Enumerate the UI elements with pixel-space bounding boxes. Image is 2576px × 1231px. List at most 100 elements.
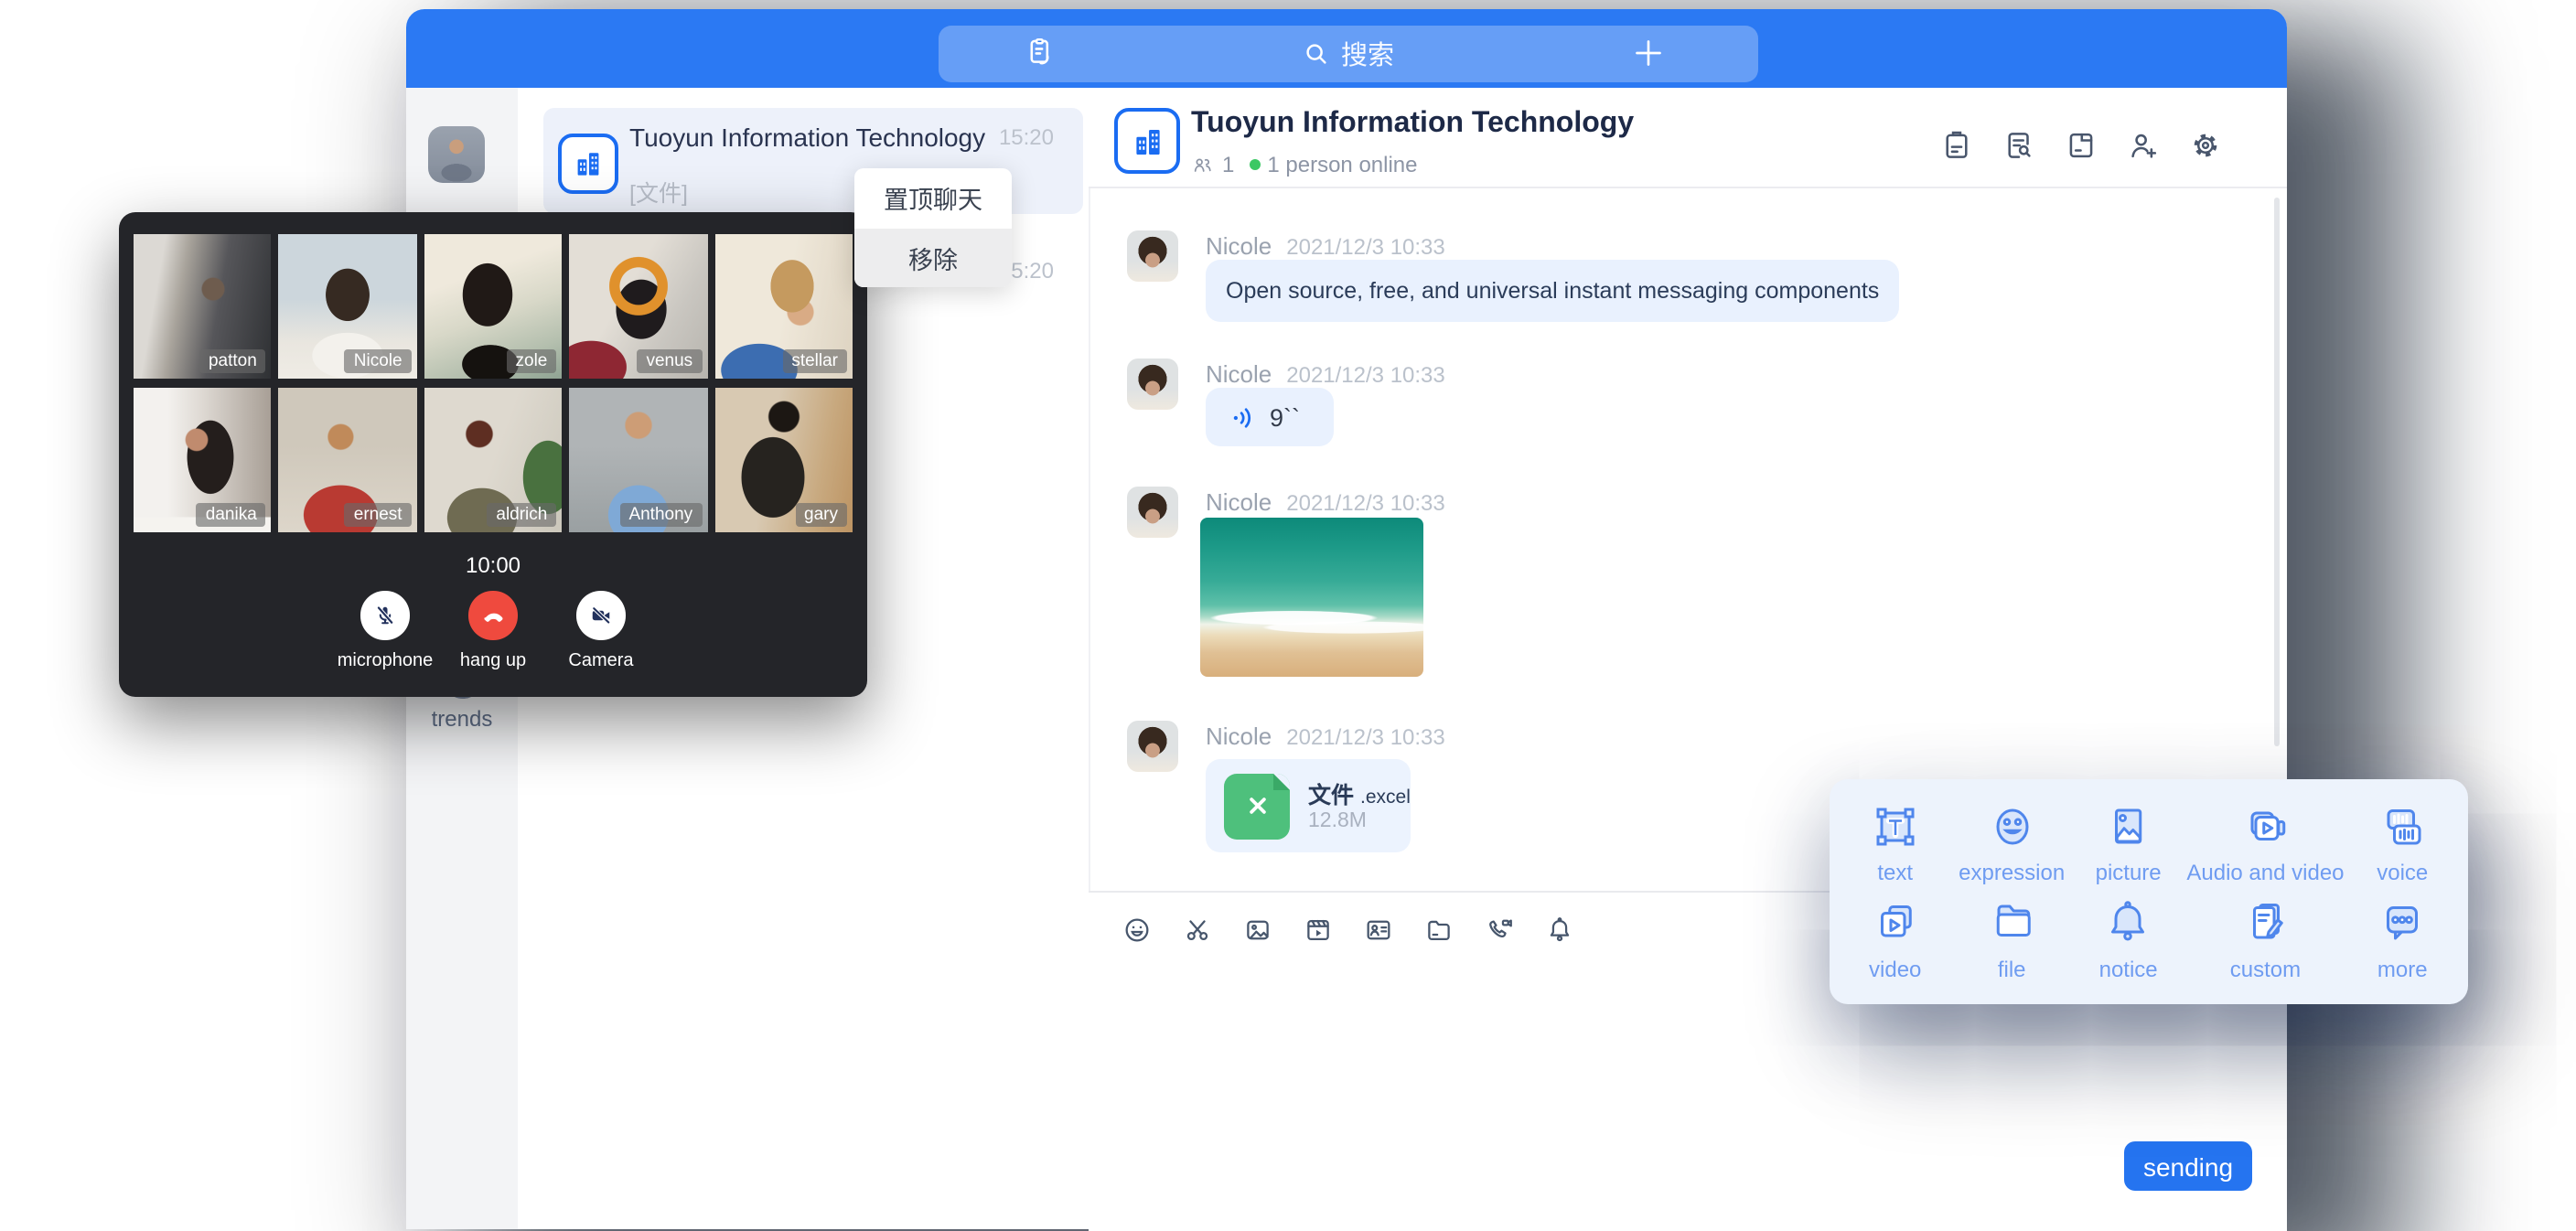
participant-tile: Anthony — [569, 387, 707, 531]
panel-label: expression — [1959, 860, 2065, 885]
participant-tile: gary — [714, 387, 853, 531]
voice-message-bubble[interactable]: 9`` — [1206, 388, 1334, 446]
members-icon — [1191, 153, 1215, 177]
panel-item-file[interactable]: file — [1953, 894, 2069, 990]
panel-item-custom[interactable]: custom — [2186, 894, 2344, 990]
call-timer: 10:00 — [119, 552, 867, 578]
menu-item-remove[interactable]: 移除 — [854, 228, 1012, 287]
voice-duration: 9`` — [1270, 403, 1300, 431]
panel-item-expression[interactable]: expression — [1953, 797, 2069, 894]
message-type-panel: text expression picture — [1830, 779, 2468, 1004]
panel-label: video — [1869, 956, 1921, 981]
avatar[interactable] — [1127, 721, 1178, 772]
file-name: 文件 — [1308, 783, 1354, 808]
image-icon[interactable] — [1242, 915, 1273, 946]
chat-title: Tuoyun Information Technology — [1191, 108, 1634, 141]
chat-group-avatar — [1114, 108, 1180, 174]
participant-name: Nicole — [345, 349, 412, 373]
participant-grid: patton Nicole zole venus stellar danika … — [134, 234, 853, 531]
camera-muted-button[interactable] — [577, 591, 626, 639]
contact-card-icon[interactable] — [1363, 915, 1394, 946]
panel-item-more[interactable]: more — [2345, 894, 2461, 990]
add-icon[interactable] — [1630, 35, 1667, 80]
panel-label: custom — [2230, 956, 2301, 981]
message-text: Open source, free, and universal instant… — [1226, 278, 1879, 304]
hangup-control: hang up — [441, 591, 545, 670]
board-icon[interactable] — [1939, 128, 1974, 163]
excel-file-icon — [1224, 773, 1290, 839]
panel-label: Audio and video — [2186, 860, 2344, 885]
panel-item-picture[interactable]: picture — [2070, 797, 2186, 894]
panel-item-text[interactable]: text — [1837, 797, 1953, 894]
add-member-icon[interactable] — [2126, 128, 2161, 163]
message-header: Nicole2021/12/3 10:33 — [1206, 487, 1445, 519]
avatar[interactable] — [1127, 487, 1178, 538]
participant-name: Anthony — [619, 502, 702, 526]
avatar[interactable] — [1127, 359, 1178, 410]
file-page-icon[interactable] — [2064, 128, 2098, 163]
panel-label: picture — [2096, 860, 2162, 885]
emoji-icon[interactable] — [1122, 915, 1153, 946]
call-icon[interactable] — [1484, 915, 1515, 946]
scrollbar[interactable] — [2274, 198, 2280, 746]
search-history-icon[interactable] — [2002, 128, 2036, 163]
microphone-control: microphone — [333, 591, 437, 670]
participant-name: danika — [197, 502, 266, 526]
menu-item-pin-chat[interactable]: 置顶聊天 — [854, 168, 1012, 228]
message-time: 2021/12/3 10:33 — [1286, 362, 1445, 388]
screen: 搜索 trends Tuoyun Information Tech — [0, 0, 2576, 1229]
hang-up-button[interactable] — [469, 591, 518, 639]
conversation-last-message: [文件] — [629, 174, 688, 209]
file-message-bubble[interactable]: 文件 .excel 12.8M — [1206, 759, 1411, 852]
file-size: 12.8M — [1308, 810, 1367, 832]
folder-icon[interactable] — [1423, 915, 1454, 946]
participant-tile: ernest — [279, 387, 417, 531]
settings-icon[interactable] — [2188, 128, 2223, 163]
video-clip-icon[interactable] — [1303, 915, 1334, 946]
conversation-time: 15:20 — [988, 124, 1054, 150]
user-avatar[interactable] — [428, 126, 485, 183]
participant-tile: stellar — [714, 234, 853, 379]
file-folder-icon — [1983, 894, 2040, 950]
group-avatar-icon — [558, 134, 618, 194]
call-controls: microphone hang up — [119, 591, 867, 670]
notification-icon[interactable] — [1544, 915, 1575, 946]
hang-up-icon — [478, 601, 508, 630]
sender-name: Nicole — [1206, 488, 1272, 516]
participant-tile: venus — [569, 234, 707, 379]
notice-icon — [2100, 894, 2157, 950]
send-button[interactable]: sending — [2124, 1141, 2252, 1191]
panel-label: voice — [2377, 860, 2428, 885]
video-call-window: patton Nicole zole venus stellar danika … — [119, 212, 867, 697]
text-message-bubble[interactable]: Open source, free, and universal instant… — [1206, 260, 1899, 322]
audio-video-icon — [2237, 797, 2293, 854]
sender-name: Nicole — [1206, 723, 1272, 750]
mic-muted-icon — [371, 602, 399, 629]
camera-control: Camera — [549, 591, 653, 670]
video-icon — [1867, 894, 1924, 950]
panel-item-audio-video[interactable]: Audio and video — [2186, 797, 2344, 894]
picture-icon — [2100, 797, 2157, 854]
camera-muted-icon — [587, 602, 615, 629]
participant-tile: patton — [134, 234, 272, 379]
more-icon — [2374, 894, 2431, 950]
panel-item-video[interactable]: video — [1837, 894, 1953, 990]
message-header: Nicole2021/12/3 10:33 — [1206, 359, 1445, 391]
message-time: 2021/12/3 10:33 — [1286, 724, 1445, 750]
panel-item-notice[interactable]: notice — [2070, 894, 2186, 990]
participant-tile: zole — [424, 234, 563, 379]
panel-label: text — [1877, 860, 1913, 885]
panel-item-voice[interactable]: voice — [2345, 797, 2461, 894]
participant-name: zole — [507, 349, 557, 373]
chat-header-actions — [1939, 128, 2223, 163]
participant-tile: Nicole — [279, 234, 417, 379]
avatar[interactable] — [1127, 230, 1178, 282]
search-bar[interactable]: 搜索 — [939, 26, 1758, 82]
participant-name: stellar — [782, 349, 847, 373]
screenshot-icon[interactable] — [1182, 915, 1213, 946]
context-menu: 置顶聊天 移除 — [854, 168, 1012, 287]
composer-toolbar — [1122, 915, 1575, 946]
image-message-beach[interactable] — [1200, 518, 1423, 677]
mic-muted-button[interactable] — [361, 591, 410, 639]
text-icon — [1867, 797, 1924, 854]
